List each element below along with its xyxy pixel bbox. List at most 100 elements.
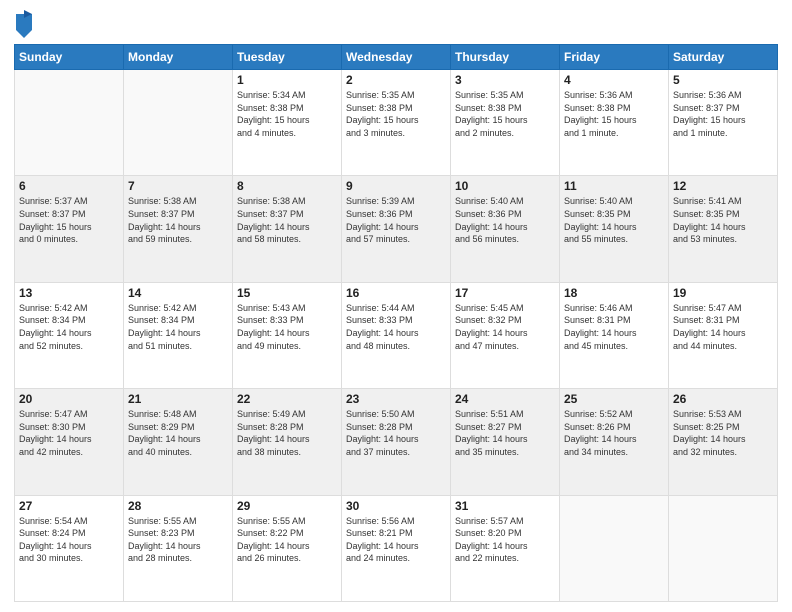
day-info: Sunrise: 5:39 AM Sunset: 8:36 PM Dayligh… xyxy=(346,195,446,245)
week-row-1: 1Sunrise: 5:34 AM Sunset: 8:38 PM Daylig… xyxy=(15,70,778,176)
day-number: 4 xyxy=(564,73,664,87)
day-info: Sunrise: 5:35 AM Sunset: 8:38 PM Dayligh… xyxy=(455,89,555,139)
calendar-cell: 22 Sunrise: 5:49 AM Sunset: 8:28 PM Dayli… xyxy=(233,389,342,495)
day-info: Sunrise: 5:53 AM Sunset: 8:25 PM Dayligh… xyxy=(673,408,773,458)
calendar-cell: 20Sunrise: 5:47 AM Sunset: 8:30 PM Dayli… xyxy=(15,389,124,495)
calendar-cell xyxy=(560,495,669,601)
day-number: 28 xyxy=(128,499,228,513)
calendar-cell: 3 Sunrise: 5:35 AM Sunset: 8:38 PM Daylig… xyxy=(451,70,560,176)
day-number: 9 xyxy=(346,179,446,193)
calendar-cell: 17 Sunrise: 5:45 AM Sunset: 8:32 PM Dayli… xyxy=(451,282,560,388)
day-number: 30 xyxy=(346,499,446,513)
calendar-cell: 4Sunrise: 5:36 AM Sunset: 8:38 PM Daylig… xyxy=(560,70,669,176)
weekday-header-thursday: Thursday xyxy=(451,45,560,70)
day-number: 12 xyxy=(673,179,773,193)
calendar-cell: 1Sunrise: 5:34 AM Sunset: 8:38 PM Daylig… xyxy=(233,70,342,176)
day-info: Sunrise: 5:42 AM Sunset: 8:34 PM Dayligh… xyxy=(128,302,228,352)
day-info: Sunrise: 5:38 AM Sunset: 8:37 PM Dayligh… xyxy=(237,195,337,245)
day-info: Sunrise: 5:42 AM Sunset: 8:34 PM Dayligh… xyxy=(19,302,119,352)
calendar-cell: 16 Sunrise: 5:44 AM Sunset: 8:33 PM Dayli… xyxy=(342,282,451,388)
day-number: 20 xyxy=(19,392,119,406)
calendar-cell: 25 Sunrise: 5:52 AM Sunset: 8:26 PM Dayli… xyxy=(560,389,669,495)
day-info: Sunrise: 5:55 AM Sunset: 8:22 PM Dayligh… xyxy=(237,515,337,565)
calendar-cell: 24Sunrise: 5:51 AM Sunset: 8:27 PM Dayli… xyxy=(451,389,560,495)
calendar-cell: 6 Sunrise: 5:37 AM Sunset: 8:37 PM Daylig… xyxy=(15,176,124,282)
day-number: 19 xyxy=(673,286,773,300)
day-info: Sunrise: 5:47 AM Sunset: 8:31 PM Dayligh… xyxy=(673,302,773,352)
calendar-cell: 30 Sunrise: 5:56 AM Sunset: 8:21 PM Dayli… xyxy=(342,495,451,601)
calendar-cell: 9 Sunrise: 5:39 AM Sunset: 8:36 PM Daylig… xyxy=(342,176,451,282)
day-number: 17 xyxy=(455,286,555,300)
week-row-2: 6 Sunrise: 5:37 AM Sunset: 8:37 PM Daylig… xyxy=(15,176,778,282)
day-number: 26 xyxy=(673,392,773,406)
weekday-header-saturday: Saturday xyxy=(669,45,778,70)
day-number: 6 xyxy=(19,179,119,193)
calendar-table: SundayMondayTuesdayWednesdayThursdayFrid… xyxy=(14,44,778,602)
calendar-cell: 10 Sunrise: 5:40 AM Sunset: 8:36 PM Dayli… xyxy=(451,176,560,282)
day-info: Sunrise: 5:35 AM Sunset: 8:38 PM Dayligh… xyxy=(346,89,446,139)
day-number: 7 xyxy=(128,179,228,193)
calendar-cell xyxy=(15,70,124,176)
weekday-header-tuesday: Tuesday xyxy=(233,45,342,70)
day-info: Sunrise: 5:43 AM Sunset: 8:33 PM Dayligh… xyxy=(237,302,337,352)
calendar-cell: 13Sunrise: 5:42 AM Sunset: 8:34 PM Dayli… xyxy=(15,282,124,388)
day-number: 16 xyxy=(346,286,446,300)
day-info: Sunrise: 5:37 AM Sunset: 8:37 PM Dayligh… xyxy=(19,195,119,245)
day-info: Sunrise: 5:40 AM Sunset: 8:36 PM Dayligh… xyxy=(455,195,555,245)
day-number: 1 xyxy=(237,73,337,87)
calendar-cell: 21 Sunrise: 5:48 AM Sunset: 8:29 PM Dayli… xyxy=(124,389,233,495)
day-number: 18 xyxy=(564,286,664,300)
week-row-4: 20Sunrise: 5:47 AM Sunset: 8:30 PM Dayli… xyxy=(15,389,778,495)
calendar-cell: 12 Sunrise: 5:41 AM Sunset: 8:35 PM Dayli… xyxy=(669,176,778,282)
day-info: Sunrise: 5:49 AM Sunset: 8:28 PM Dayligh… xyxy=(237,408,337,458)
day-number: 15 xyxy=(237,286,337,300)
day-info: Sunrise: 5:38 AM Sunset: 8:37 PM Dayligh… xyxy=(128,195,228,245)
day-number: 8 xyxy=(237,179,337,193)
day-info: Sunrise: 5:44 AM Sunset: 8:33 PM Dayligh… xyxy=(346,302,446,352)
day-info: Sunrise: 5:46 AM Sunset: 8:31 PM Dayligh… xyxy=(564,302,664,352)
top-bar xyxy=(14,10,778,38)
day-info: Sunrise: 5:56 AM Sunset: 8:21 PM Dayligh… xyxy=(346,515,446,565)
calendar-cell: 14 Sunrise: 5:42 AM Sunset: 8:34 PM Dayli… xyxy=(124,282,233,388)
day-number: 25 xyxy=(564,392,664,406)
weekday-header-sunday: Sunday xyxy=(15,45,124,70)
day-number: 29 xyxy=(237,499,337,513)
week-row-5: 27 Sunrise: 5:54 AM Sunset: 8:24 PM Dayli… xyxy=(15,495,778,601)
calendar-cell: 29 Sunrise: 5:55 AM Sunset: 8:22 PM Dayli… xyxy=(233,495,342,601)
calendar-cell: 23Sunrise: 5:50 AM Sunset: 8:28 PM Dayli… xyxy=(342,389,451,495)
weekday-header-row: SundayMondayTuesdayWednesdayThursdayFrid… xyxy=(15,45,778,70)
calendar-cell: 8 Sunrise: 5:38 AM Sunset: 8:37 PM Daylig… xyxy=(233,176,342,282)
calendar-cell: 2Sunrise: 5:35 AM Sunset: 8:38 PM Daylig… xyxy=(342,70,451,176)
day-info: Sunrise: 5:54 AM Sunset: 8:24 PM Dayligh… xyxy=(19,515,119,565)
day-number: 23 xyxy=(346,392,446,406)
day-number: 27 xyxy=(19,499,119,513)
calendar-cell: 7 Sunrise: 5:38 AM Sunset: 8:37 PM Daylig… xyxy=(124,176,233,282)
day-info: Sunrise: 5:36 AM Sunset: 8:37 PM Dayligh… xyxy=(673,89,773,139)
calendar-cell: 5Sunrise: 5:36 AM Sunset: 8:37 PM Daylig… xyxy=(669,70,778,176)
day-number: 14 xyxy=(128,286,228,300)
logo-icon xyxy=(14,10,34,38)
calendar-cell: 11Sunrise: 5:40 AM Sunset: 8:35 PM Dayli… xyxy=(560,176,669,282)
calendar-cell xyxy=(124,70,233,176)
calendar-cell: 18 Sunrise: 5:46 AM Sunset: 8:31 PM Dayli… xyxy=(560,282,669,388)
day-number: 21 xyxy=(128,392,228,406)
page: SundayMondayTuesdayWednesdayThursdayFrid… xyxy=(0,0,792,612)
calendar-cell: 19 Sunrise: 5:47 AM Sunset: 8:31 PM Dayli… xyxy=(669,282,778,388)
day-info: Sunrise: 5:52 AM Sunset: 8:26 PM Dayligh… xyxy=(564,408,664,458)
logo xyxy=(14,10,38,38)
day-info: Sunrise: 5:45 AM Sunset: 8:32 PM Dayligh… xyxy=(455,302,555,352)
day-info: Sunrise: 5:41 AM Sunset: 8:35 PM Dayligh… xyxy=(673,195,773,245)
day-info: Sunrise: 5:48 AM Sunset: 8:29 PM Dayligh… xyxy=(128,408,228,458)
weekday-header-friday: Friday xyxy=(560,45,669,70)
day-number: 3 xyxy=(455,73,555,87)
calendar-cell: 31Sunrise: 5:57 AM Sunset: 8:20 PM Dayli… xyxy=(451,495,560,601)
day-number: 11 xyxy=(564,179,664,193)
day-info: Sunrise: 5:55 AM Sunset: 8:23 PM Dayligh… xyxy=(128,515,228,565)
day-number: 24 xyxy=(455,392,555,406)
calendar-cell: 27 Sunrise: 5:54 AM Sunset: 8:24 PM Dayli… xyxy=(15,495,124,601)
day-number: 22 xyxy=(237,392,337,406)
calendar-cell xyxy=(669,495,778,601)
week-row-3: 13Sunrise: 5:42 AM Sunset: 8:34 PM Dayli… xyxy=(15,282,778,388)
weekday-header-monday: Monday xyxy=(124,45,233,70)
day-number: 10 xyxy=(455,179,555,193)
